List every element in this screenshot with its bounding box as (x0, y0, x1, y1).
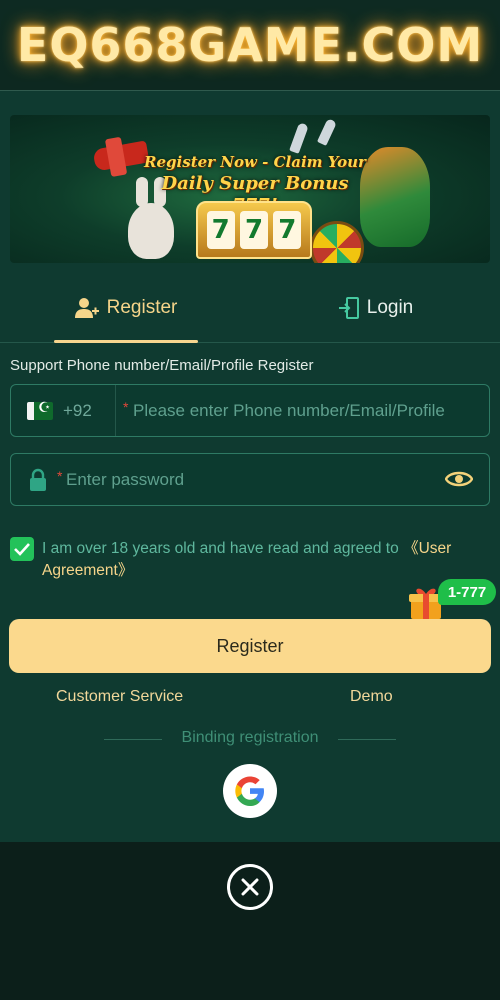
slot-reel: 7 (239, 211, 268, 249)
slot-reel: 7 (206, 211, 235, 249)
site-title: EQ668GAME.COM (16, 18, 484, 72)
add-user-icon (74, 297, 99, 319)
required-mark: * (123, 399, 129, 415)
agree-checkbox[interactable] (10, 537, 34, 561)
account-input[interactable] (133, 399, 483, 423)
field-divider (115, 385, 116, 436)
support-label: Support Phone number/Email/Profile Regis… (10, 357, 314, 374)
site-header: EQ668GAME.COM (0, 0, 500, 90)
register-panel: Register Now - Claim Your Daily Super Bo… (0, 90, 500, 842)
binding-registration-label: Binding registration (181, 729, 319, 746)
customer-service-link[interactable]: Customer Service (56, 688, 183, 706)
auth-tabs: Register Login (0, 275, 500, 343)
tab-register[interactable]: Register (54, 275, 198, 343)
prize-wheel-illustration (310, 221, 364, 263)
slot-machine-illustration: 7 7 7 (196, 201, 312, 259)
password-input[interactable] (66, 468, 436, 492)
check-icon (14, 543, 30, 556)
login-door-icon (338, 297, 359, 319)
tab-login-label: Login (366, 297, 414, 318)
account-field[interactable]: +92 * (10, 384, 490, 437)
close-button[interactable] (227, 864, 273, 910)
promo-banner[interactable]: Register Now - Claim Your Daily Super Bo… (10, 115, 490, 263)
demo-link[interactable]: Demo (350, 688, 393, 706)
agree-text: I am over 18 years old and have read and… (42, 538, 472, 582)
eye-icon[interactable] (444, 468, 474, 495)
rocket-illustration (316, 118, 338, 146)
slot-reel: 7 (273, 211, 302, 249)
lock-icon (29, 468, 47, 497)
bonus-badge[interactable]: 1-777 (438, 579, 496, 605)
tab-login[interactable]: Login (326, 275, 426, 341)
banner-headline-line1: Register Now - Claim Your (144, 153, 366, 171)
google-login-button[interactable] (223, 764, 277, 818)
pakistan-flag-icon[interactable] (27, 400, 53, 420)
tab-register-label: Register (106, 297, 178, 318)
divider-line (338, 739, 396, 740)
country-code[interactable]: +92 (63, 401, 92, 421)
tiger-illustration (360, 147, 430, 247)
agree-statement: I am over 18 years old and have read and… (42, 540, 399, 557)
close-icon (241, 878, 259, 896)
google-icon (235, 776, 264, 806)
password-field[interactable]: * (10, 453, 490, 506)
register-button[interactable]: Register (9, 619, 491, 673)
rocket-illustration (289, 122, 309, 154)
required-mark: * (57, 468, 63, 484)
